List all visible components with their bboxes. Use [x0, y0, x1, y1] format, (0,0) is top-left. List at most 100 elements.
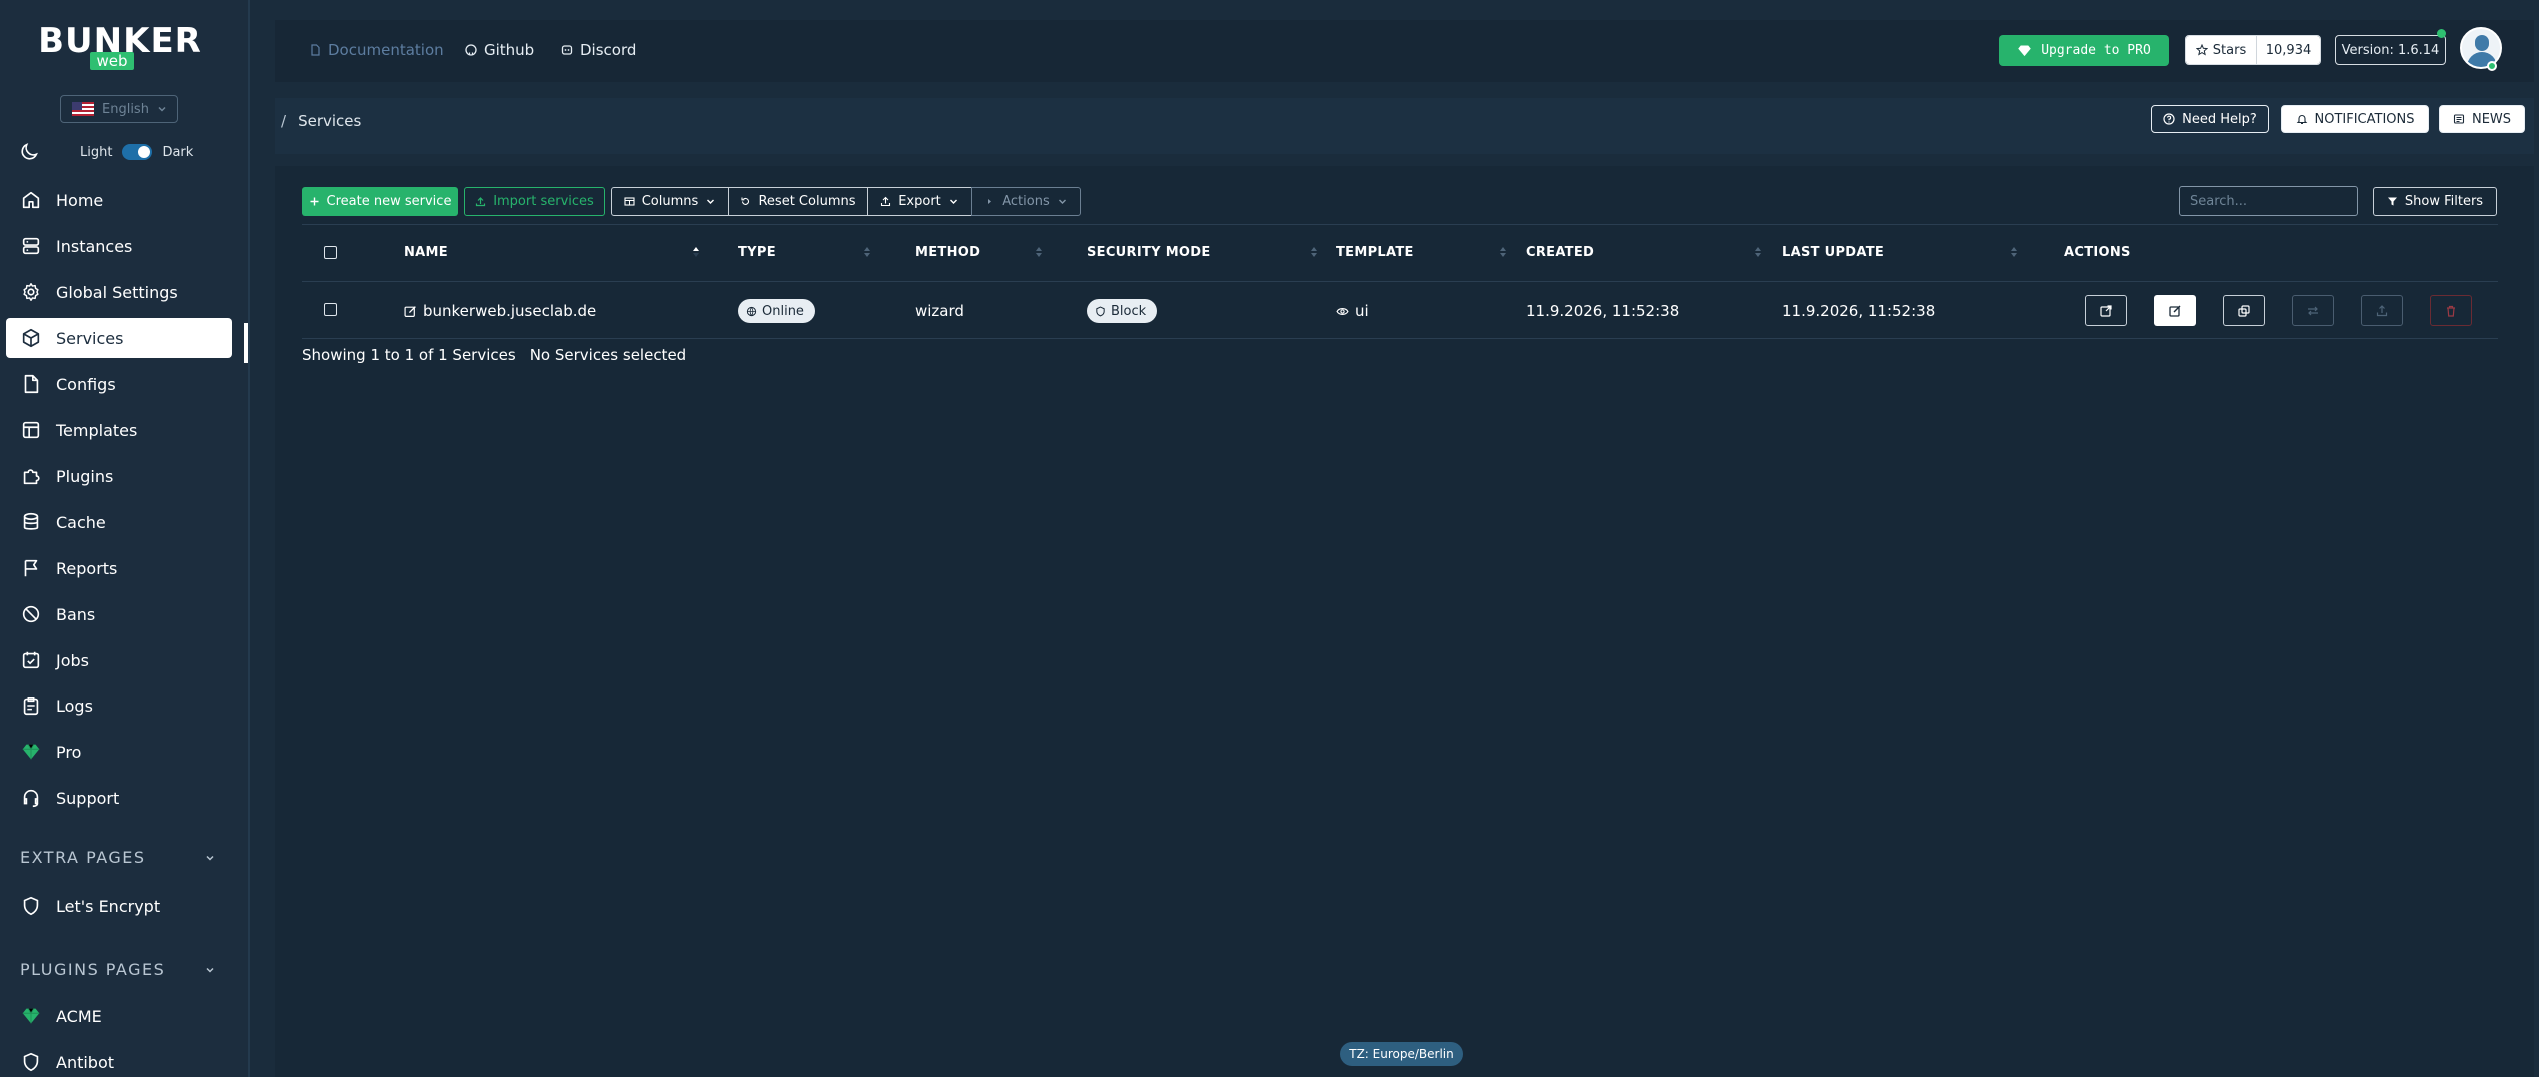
sort-icon[interactable] [1310, 244, 1318, 260]
select-all-checkbox[interactable] [324, 246, 337, 259]
stars-label: Stars [2212, 42, 2247, 58]
show-filters-button[interactable]: Show Filters [2373, 187, 2497, 216]
sidebar-item-support[interactable]: Support [6, 778, 232, 818]
chevron-down-icon [949, 199, 957, 204]
sidebar-item-jobs[interactable]: Jobs [6, 640, 232, 680]
column-name[interactable]: NAME [404, 245, 448, 260]
edit-service-button[interactable] [2154, 295, 2196, 326]
diamond-icon [22, 744, 40, 760]
sidebar-item-label: Cache [56, 512, 106, 532]
breadcrumb-current: Services [298, 112, 362, 130]
news-button[interactable]: NEWS [2439, 105, 2525, 133]
headset-icon [23, 789, 39, 808]
documentation-link[interactable]: Documentation [309, 41, 444, 59]
upgrade-label: Upgrade to PRO [2041, 43, 2151, 58]
language-select[interactable]: English [60, 95, 178, 123]
extra-pages-section[interactable]: EXTRA PAGES [20, 848, 216, 867]
cube-icon [22, 328, 40, 348]
github-stars-button[interactable]: Stars 10,934 [2185, 35, 2321, 65]
discord-label: Discord [580, 41, 637, 59]
service-name-link[interactable]: bunkerweb.juseclab.de [404, 302, 596, 320]
github-link[interactable]: Github [465, 41, 534, 59]
sidebar-item-templates[interactable]: Templates [6, 410, 232, 450]
sidebar-item-logs[interactable]: Logs [6, 686, 232, 726]
sidebar-item-instances[interactable]: Instances [6, 226, 232, 266]
gear-icon [23, 283, 39, 301]
last-update-value: 11.9.2026, 11:52:38 [1782, 302, 1936, 320]
column-method[interactable]: METHOD [915, 245, 980, 260]
sidebar-item-acme[interactable]: ACME [6, 996, 232, 1036]
sidebar-item-label: Templates [56, 420, 138, 440]
theme-switcher: Light Dark [18, 140, 238, 164]
sidebar: BUNKER web English Light Dark Home Insta… [0, 0, 248, 1077]
theme-dark-label: Dark [162, 144, 194, 160]
column-last-update[interactable]: LAST UPDATE [1782, 245, 1884, 260]
breadcrumb: / Services [281, 112, 361, 130]
sort-icon[interactable] [1035, 244, 1043, 260]
sidebar-item-label: Let's Encrypt [56, 896, 161, 916]
chevron-down-icon [206, 967, 214, 973]
page-header: / Services Need Help? NOTIFICATIONS NEWS [275, 98, 2534, 154]
table-row: bunkerweb.juseclab.de Online wizard Bloc… [302, 283, 2498, 339]
plugins-pages-section[interactable]: PLUGINS PAGES [20, 960, 216, 979]
export-service-button[interactable] [2361, 295, 2403, 326]
sidebar-item-configs[interactable]: Configs [6, 364, 232, 404]
sidebar-item-label: Logs [56, 696, 93, 716]
github-icon [465, 44, 477, 56]
columns-dropdown[interactable]: Columns [611, 187, 729, 216]
reset-columns-button[interactable]: Reset Columns [728, 187, 868, 216]
sort-asc-icon[interactable] [692, 244, 700, 260]
sidebar-item-home[interactable]: Home [6, 180, 232, 220]
column-security-mode[interactable]: SECURITY MODE [1087, 245, 1211, 260]
sidebar-item-plugins[interactable]: Plugins [6, 456, 232, 496]
search-placeholder: Search... [2190, 193, 2248, 209]
stars-count: 10,934 [2257, 36, 2320, 64]
sidebar-item-label: Services [56, 328, 124, 348]
table-selection-info: No Services selected [529, 346, 687, 364]
export-icon [2376, 304, 2388, 316]
import-services-button[interactable]: Import services [464, 187, 605, 216]
sidebar-item-pro[interactable]: Pro [6, 732, 232, 772]
document-icon [311, 44, 320, 56]
sidebar-item-label: ACME [56, 1006, 102, 1026]
column-type[interactable]: TYPE [738, 245, 776, 260]
actions-dropdown[interactable]: Actions [971, 187, 1081, 216]
sidebar-item-label: Reports [56, 558, 118, 578]
theme-toggle[interactable] [122, 144, 153, 160]
sort-icon[interactable] [2010, 244, 2018, 260]
sidebar-item-global-settings[interactable]: Global Settings [6, 272, 232, 312]
need-help-button[interactable]: Need Help? [2151, 105, 2269, 133]
language-label: English [102, 101, 149, 117]
chevron-down-icon [158, 106, 166, 112]
sidebar-item-services[interactable]: Services [6, 318, 232, 358]
active-indicator [244, 323, 248, 363]
sort-icon[interactable] [1499, 244, 1507, 260]
template-label: ui [1355, 302, 1369, 320]
delete-service-button[interactable] [2430, 295, 2472, 326]
upgrade-pro-button[interactable]: Upgrade to PRO [1999, 35, 2169, 66]
sidebar-item-reports[interactable]: Reports [6, 548, 232, 588]
sidebar-item-antibot[interactable]: Antibot [6, 1042, 232, 1077]
search-input[interactable]: Search... [2179, 186, 2358, 216]
table-info: Showing 1 to 1 of 1 Services No Services… [302, 346, 686, 364]
create-service-button[interactable]: Create new service [302, 187, 458, 216]
section-title: PLUGINS PAGES [20, 960, 166, 979]
sort-icon[interactable] [863, 244, 871, 260]
row-checkbox[interactable] [324, 303, 337, 316]
export-dropdown[interactable]: Export [867, 187, 972, 216]
notifications-button[interactable]: NOTIFICATIONS [2281, 105, 2429, 133]
sidebar-item-lets-encrypt[interactable]: Let's Encrypt [6, 886, 232, 926]
discord-link[interactable]: Discord [561, 41, 636, 59]
open-service-button[interactable] [2085, 295, 2127, 326]
sort-icon[interactable] [1754, 244, 1762, 260]
column-template[interactable]: TEMPLATE [1336, 245, 1414, 260]
home-icon [22, 191, 40, 209]
sidebar-item-bans[interactable]: Bans [6, 594, 232, 634]
convert-service-button[interactable] [2292, 295, 2334, 326]
columns-label: Columns [641, 194, 699, 209]
sidebar-item-cache[interactable]: Cache [6, 502, 232, 542]
clone-service-button[interactable] [2223, 295, 2265, 326]
column-created[interactable]: CREATED [1526, 245, 1594, 260]
bunkerweb-logo[interactable]: BUNKER web [36, 22, 204, 72]
caret-right-icon [988, 199, 992, 204]
